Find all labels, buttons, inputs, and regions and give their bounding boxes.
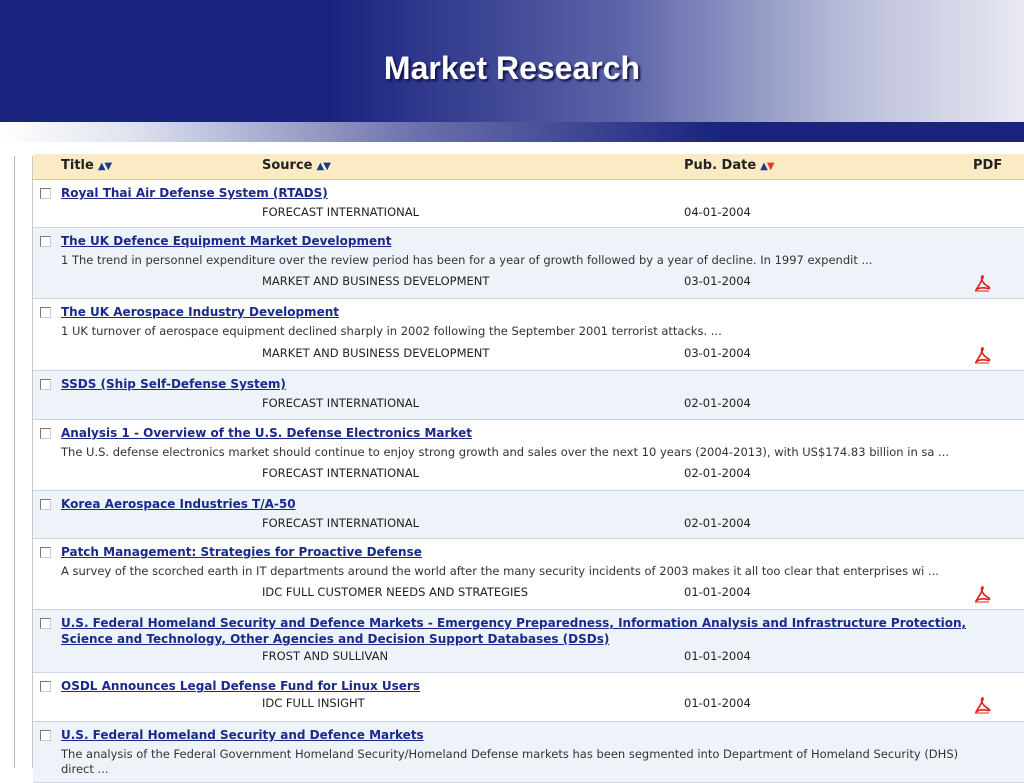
row-pub-date: 02-01-2004 <box>684 466 751 480</box>
page-title: Market Research <box>383 50 641 86</box>
column-header-pdf: PDF <box>973 158 1003 173</box>
table-header: Title ▲▼ Source ▲▼ Pub. Date ▲▼ PDF <box>33 154 1024 180</box>
row-pub-date: 02-01-2004 <box>684 516 751 530</box>
sort-arrows-icon[interactable]: ▲▼ <box>98 161 112 172</box>
table-row: The UK Defence Equipment Market Developm… <box>33 228 1024 299</box>
pdf-icon[interactable] <box>973 346 991 364</box>
row-checkbox[interactable] <box>40 307 51 318</box>
row-source: FORECAST INTERNATIONAL <box>262 466 419 480</box>
table-row: OSDL Announces Legal Defense Fund for Li… <box>33 673 1024 722</box>
table-row: SSDS (Ship Self-Defense System) FORECAST … <box>33 371 1024 420</box>
row-pub-date: 01-01-2004 <box>684 585 751 599</box>
row-title-link[interactable]: Korea Aerospace Industries T/A-50 <box>61 497 1014 512</box>
row-pub-date: 02-01-2004 <box>684 396 751 410</box>
row-title-link[interactable]: The UK Aerospace Industry Development <box>61 305 1014 320</box>
row-description: 1 UK turnover of aerospace equipment dec… <box>61 324 722 338</box>
row-checkbox[interactable] <box>40 681 51 692</box>
row-title-link[interactable]: The UK Defence Equipment Market Developm… <box>61 234 1014 249</box>
column-header-pub-date[interactable]: Pub. Date ▲▼ <box>684 158 775 173</box>
row-pub-date: 03-01-2004 <box>684 346 751 360</box>
row-checkbox[interactable] <box>40 188 51 199</box>
row-title-link[interactable]: Patch Management: Strategies for Proacti… <box>61 545 1014 560</box>
row-source: IDC FULL CUSTOMER NEEDS AND STRATEGIES <box>262 585 528 599</box>
table-row: Patch Management: Strategies for Proacti… <box>33 539 1024 610</box>
row-description: 1 The trend in personnel expenditure ove… <box>61 253 873 267</box>
row-source: IDC FULL INSIGHT <box>262 696 365 710</box>
row-source: FROST AND SULLIVAN <box>262 649 389 663</box>
row-title-link[interactable]: SSDS (Ship Self-Defense System) <box>61 377 1014 392</box>
row-description: A survey of the scorched earth in IT dep… <box>61 564 939 578</box>
row-checkbox[interactable] <box>40 499 51 510</box>
row-source: MARKET AND BUSINESS DEVELOPMENT <box>262 274 490 288</box>
row-description: The U.S. defense electronics market shou… <box>61 445 950 459</box>
table-row: Analysis 1 - Overview of the U.S. Defens… <box>33 420 1024 491</box>
row-source: FORECAST INTERNATIONAL <box>262 205 419 219</box>
row-source: MARKET AND BUSINESS DEVELOPMENT <box>262 346 490 360</box>
row-description: direct ... <box>61 762 109 776</box>
row-pub-date: 01-01-2004 <box>684 696 751 710</box>
row-pub-date: 01-01-2004 <box>684 649 751 663</box>
row-checkbox[interactable] <box>40 730 51 741</box>
row-title-link[interactable]: Science and Technology, Other Agencies a… <box>61 632 1014 647</box>
row-checkbox[interactable] <box>40 379 51 390</box>
pdf-icon[interactable] <box>973 696 991 714</box>
row-title-link[interactable]: Royal Thai Air Defense System (RTADS) <box>61 186 1014 201</box>
table-row: Royal Thai Air Defense System (RTADS) FOR… <box>33 180 1024 228</box>
pdf-icon[interactable] <box>973 274 991 292</box>
table-row: U.S. Federal Homeland Security and Defen… <box>33 610 1024 673</box>
pdf-icon[interactable] <box>973 585 991 603</box>
sort-arrows-icon[interactable]: ▲▼ <box>760 161 774 172</box>
row-title-link[interactable]: Analysis 1 - Overview of the U.S. Defens… <box>61 426 1014 441</box>
row-checkbox[interactable] <box>40 618 51 629</box>
row-source: FORECAST INTERNATIONAL <box>262 396 419 410</box>
row-checkbox[interactable] <box>40 236 51 247</box>
sort-arrows-icon[interactable]: ▲▼ <box>316 161 330 172</box>
frame-border <box>14 156 15 768</box>
column-header-source[interactable]: Source ▲▼ <box>262 158 331 173</box>
row-checkbox[interactable] <box>40 428 51 439</box>
table-row: The UK Aerospace Industry Development 1 U… <box>33 299 1024 371</box>
row-pub-date: 04-01-2004 <box>684 205 751 219</box>
table-row: U.S. Federal Homeland Security and Defen… <box>33 722 1024 783</box>
row-description: The analysis of the Federal Government H… <box>61 747 959 761</box>
row-source: FORECAST INTERNATIONAL <box>262 516 419 530</box>
row-pub-date: 03-01-2004 <box>684 274 751 288</box>
header-divider-bar <box>0 122 1024 142</box>
table-row: Korea Aerospace Industries T/A-50 FORECAS… <box>33 491 1024 539</box>
row-title-link[interactable]: U.S. Federal Homeland Security and Defen… <box>61 728 1014 743</box>
row-title-link[interactable]: OSDL Announces Legal Defense Fund for Li… <box>61 679 1014 694</box>
row-title-link[interactable]: U.S. Federal Homeland Security and Defen… <box>61 616 1014 631</box>
results-table: Title ▲▼ Source ▲▼ Pub. Date ▲▼ PDF Royal T… <box>33 154 1024 783</box>
row-checkbox[interactable] <box>40 547 51 558</box>
column-header-title[interactable]: Title ▲▼ <box>61 158 112 173</box>
